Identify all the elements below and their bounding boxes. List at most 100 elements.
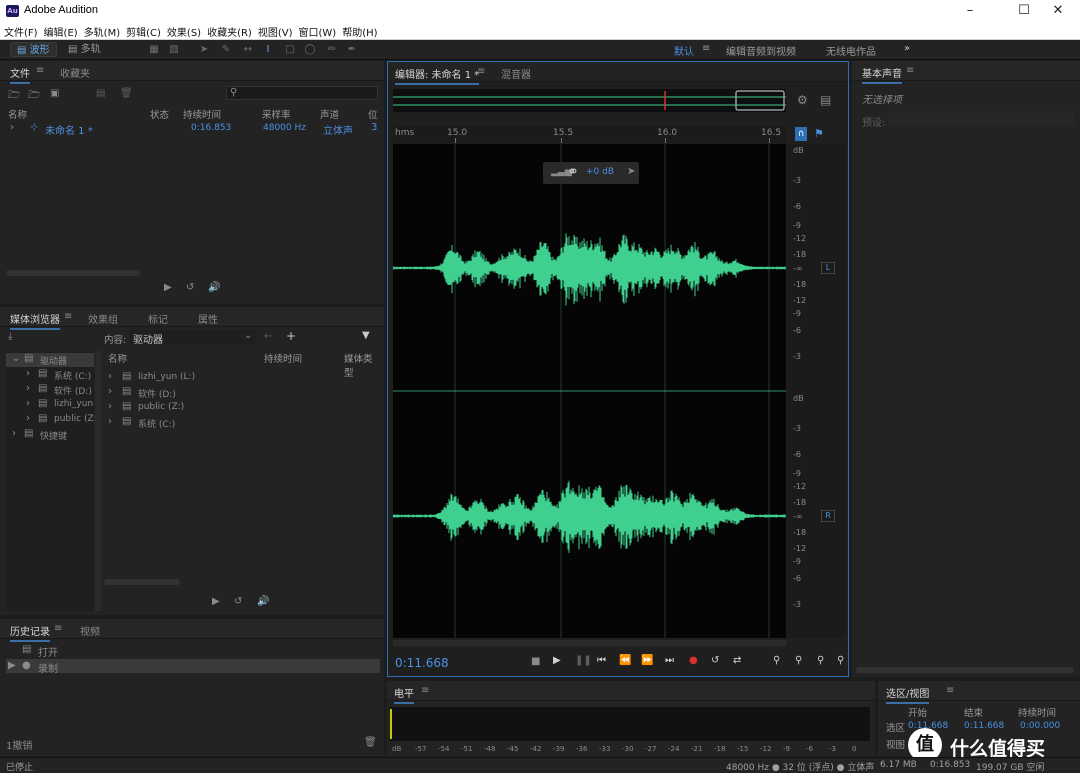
- zoom-out-time-icon[interactable]: ⚲: [837, 655, 844, 666]
- file-row[interactable]: › ⊹ 未命名 1 * 0:16.853 48000 Hz 立体声 3: [0, 121, 384, 137]
- menu-item[interactable]: 窗口(W): [299, 24, 337, 39]
- history-item[interactable]: ▶ ● 录制: [6, 659, 380, 675]
- razor-tool-icon[interactable]: ✎: [220, 44, 232, 55]
- menu-item[interactable]: 多轨(M): [84, 24, 120, 39]
- workspace-default[interactable]: 默认: [674, 43, 694, 58]
- hud-gain-value[interactable]: +0 dB: [586, 167, 614, 177]
- zoom-navigator-icon[interactable]: ⚙: [797, 93, 808, 107]
- filter-icon[interactable]: ▼: [362, 330, 370, 341]
- col-channels[interactable]: 声道: [320, 107, 339, 121]
- move-tool-icon[interactable]: ➤: [198, 44, 210, 55]
- workspace-radio[interactable]: 无线电作品: [826, 43, 876, 58]
- panel-menu-icon[interactable]: ≡: [906, 65, 914, 76]
- play-preview-icon[interactable]: ▶: [212, 596, 220, 607]
- tree-item[interactable]: › ▤ public (Z:): [6, 413, 100, 427]
- col-bits[interactable]: 位: [368, 107, 378, 121]
- col-name[interactable]: 名称: [8, 107, 27, 121]
- skip-to-end-icon[interactable]: ⏭: [665, 655, 674, 666]
- back-icon[interactable]: ←: [264, 331, 272, 342]
- time-selection-tool-icon[interactable]: I: [262, 44, 274, 55]
- col-duration[interactable]: 持续时间: [264, 351, 302, 365]
- lasso-tool-icon[interactable]: ◯: [304, 44, 316, 55]
- chevron-right-icon[interactable]: ›: [108, 401, 112, 412]
- play-icon[interactable]: ▶: [553, 655, 561, 666]
- list-item[interactable]: › ▤ public (Z:): [102, 401, 378, 415]
- delete-file-icon[interactable]: 🗑: [120, 88, 133, 99]
- menu-item[interactable]: 剪辑(C): [126, 24, 161, 39]
- add-shortcut-icon[interactable]: +: [286, 329, 296, 343]
- essential-sound-scrollbar[interactable]: [856, 667, 1074, 673]
- rewind-icon[interactable]: ⏪: [619, 655, 631, 666]
- overview-navigator[interactable]: [393, 89, 786, 112]
- channel-left-toggle[interactable]: L: [821, 262, 835, 274]
- chevron-right-icon[interactable]: ›: [26, 413, 30, 424]
- chevron-right-icon[interactable]: ›: [26, 383, 30, 394]
- auto-play-icon[interactable]: 🔊: [208, 282, 220, 293]
- files-horizontal-scrollbar[interactable]: [6, 270, 140, 276]
- menu-item[interactable]: 收藏夹(R): [207, 24, 252, 39]
- loop-preview-icon[interactable]: ↺: [234, 596, 242, 607]
- record-icon[interactable]: ●: [689, 655, 698, 666]
- tab-files[interactable]: 文件: [10, 65, 30, 84]
- spectral-toggle-icon[interactable]: ▤: [820, 93, 831, 107]
- brush-tool-icon[interactable]: ✏: [326, 44, 338, 55]
- skip-to-start-icon[interactable]: ⏮: [597, 655, 606, 666]
- workspace-edit-audio-video[interactable]: 编辑音频到视频: [726, 43, 796, 58]
- workspace-menu-icon[interactable]: ≡: [702, 43, 710, 54]
- zoom-in-amplitude-icon[interactable]: ⚲: [773, 655, 780, 666]
- download-icon[interactable]: ⤓: [8, 331, 12, 342]
- col-status[interactable]: 状态: [150, 107, 169, 121]
- pause-icon[interactable]: ❚❚: [575, 655, 592, 666]
- new-file-icon[interactable]: ▣: [50, 88, 59, 99]
- tab-editor[interactable]: 编辑器: 未命名 1 *: [395, 66, 480, 85]
- loop-preview-icon[interactable]: ↺: [186, 282, 194, 293]
- spot-healing-tool-icon[interactable]: ✒: [346, 44, 358, 55]
- editor-horizontal-scrollbar[interactable]: [393, 640, 786, 646]
- more-workspaces-icon[interactable]: »: [904, 43, 910, 54]
- tab-selection-view[interactable]: 选区/视图: [886, 685, 930, 704]
- menu-item[interactable]: 编辑(E): [44, 24, 78, 39]
- panel-menu-icon[interactable]: ≡: [477, 66, 485, 77]
- list-item[interactable]: › ▤ 软件 (D:): [102, 386, 378, 400]
- panel-menu-icon[interactable]: ≡: [421, 685, 429, 696]
- menu-item[interactable]: 帮助(H): [342, 24, 377, 39]
- zoom-in-time-icon[interactable]: ⚲: [817, 655, 824, 666]
- pin-marker-icon[interactable]: ⚑: [814, 127, 824, 140]
- preset-dropdown[interactable]: [888, 111, 1074, 126]
- tab-video[interactable]: 视频: [80, 623, 100, 638]
- loop-playback-icon[interactable]: ↺: [711, 655, 719, 666]
- menu-item[interactable]: 效果(S): [167, 24, 201, 39]
- trash-icon[interactable]: 🗑: [364, 737, 377, 748]
- panel-menu-icon[interactable]: ≡: [54, 623, 62, 634]
- history-item[interactable]: ▤ 打开: [0, 643, 384, 659]
- hud-gain-control[interactable]: ▂▃▅ ⚭ +0 dB ➤: [543, 162, 639, 184]
- multitrack-mode-button[interactable]: ▤ 多轨: [62, 42, 107, 57]
- menu-item[interactable]: 文件(F): [4, 24, 38, 39]
- tab-markers[interactable]: 标记: [148, 311, 168, 326]
- tab-favorites[interactable]: 收藏夹: [60, 65, 90, 80]
- chevron-right-icon[interactable]: ›: [108, 416, 112, 427]
- panel-menu-icon[interactable]: ≡: [64, 311, 72, 322]
- play-preview-icon[interactable]: ▶: [164, 282, 172, 293]
- waveform-mode-button[interactable]: ▤ 波形: [10, 42, 57, 57]
- chevron-right-icon[interactable]: ›: [12, 428, 16, 439]
- pin-hud-icon[interactable]: ➤: [627, 166, 635, 177]
- expand-chevron-icon[interactable]: ›: [10, 122, 14, 133]
- col-sample-rate[interactable]: 采样率: [262, 107, 291, 121]
- tree-item[interactable]: › ▤ 软件 (D:): [6, 383, 94, 397]
- tree-item[interactable]: ⌄ ▤ 驱动器: [6, 353, 94, 367]
- tab-history[interactable]: 历史记录: [10, 623, 50, 642]
- tab-mixer[interactable]: 混音器: [501, 66, 531, 81]
- tree-item[interactable]: › ▤ lizhi_yun: [6, 398, 94, 412]
- tab-essential-sound[interactable]: 基本声音: [862, 65, 902, 84]
- menu-item[interactable]: 视图(V): [258, 24, 293, 39]
- stop-icon[interactable]: ■: [531, 656, 540, 667]
- chevron-right-icon[interactable]: ›: [26, 368, 30, 379]
- minimize-icon[interactable]: –: [948, 0, 992, 22]
- tab-media-browser[interactable]: 媒体浏览器: [10, 311, 60, 330]
- tree-item[interactable]: › ▤ 系统 (C:): [6, 368, 94, 382]
- gain-knob-icon[interactable]: ⚭: [567, 164, 579, 180]
- import-file-icon[interactable]: 🗁: [28, 88, 40, 105]
- skip-selection-icon[interactable]: ⇄: [733, 655, 741, 666]
- snap-magnet-icon[interactable]: ∩: [795, 127, 807, 141]
